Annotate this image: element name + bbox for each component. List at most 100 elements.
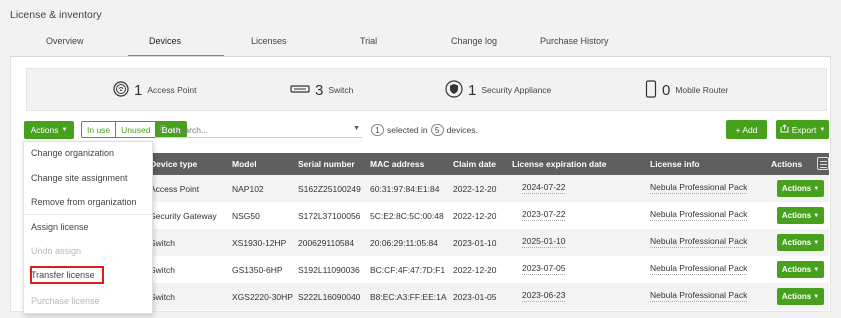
search-input[interactable] <box>174 124 344 135</box>
devices-text: devices. <box>446 125 478 135</box>
tab-bar: Overview Devices Licenses Trial Change l… <box>10 30 831 57</box>
column-settings-icon[interactable] <box>817 157 829 170</box>
selected-text: selected in <box>387 125 428 135</box>
access-point-icon <box>113 81 129 99</box>
cell-license-info: Nebula Professional Pack <box>650 290 748 302</box>
cell-serial: S162Z25100249 <box>298 184 361 194</box>
col-model[interactable]: Model <box>232 159 257 169</box>
mobile-router-icon <box>645 80 657 100</box>
cell-device-type: Security Gateway <box>150 211 217 221</box>
caret-down-icon: ▼ <box>813 185 820 192</box>
row-actions-button[interactable]: Actions ▼ <box>777 288 824 305</box>
col-serial-number[interactable]: Serial number <box>298 159 355 169</box>
col-mac-address[interactable]: MAC address <box>370 159 424 169</box>
cell-license-info: Nebula Professional Pack <box>650 209 748 221</box>
cell-model: NAP102 <box>232 184 264 194</box>
selected-count-badge: 1 <box>371 124 384 136</box>
caret-down-icon: ▼ <box>813 212 820 219</box>
access-point-label: Access Point <box>147 85 197 95</box>
menu-item-change-organization[interactable]: Change organization <box>31 148 114 158</box>
actions-label: Actions <box>30 125 59 135</box>
cell-model: NSG50 <box>232 211 260 221</box>
cell-device-type: Switch <box>150 292 176 302</box>
tab-change-log[interactable]: Change log <box>451 36 497 46</box>
summary-access-point: 1 Access Point <box>113 80 196 100</box>
caret-down-icon: ▼ <box>813 266 820 273</box>
caret-down-icon: ▼ <box>819 126 826 133</box>
selection-summary: 1 selected in 5 devices. <box>371 124 478 136</box>
menu-divider <box>24 214 152 215</box>
row-actions-button[interactable]: Actions ▼ <box>777 261 824 278</box>
tab-purchase-history[interactable]: Purchase History <box>540 36 609 46</box>
col-expiration-date[interactable]: License expiration date <box>512 159 606 169</box>
cell-mac: 5C:E2:8C:5C:00:48 <box>370 211 444 221</box>
col-device-type[interactable]: Device type <box>150 159 197 169</box>
cell-expiration: 2023-07-05 <box>522 263 566 275</box>
col-actions: Actions <box>771 159 803 169</box>
col-license-info[interactable]: License info <box>650 159 700 169</box>
cell-expiration: 2023-06-23 <box>522 290 566 302</box>
cell-serial: 200629110584 <box>298 238 355 248</box>
cell-expiration: 2025-01-10 <box>522 236 566 248</box>
cell-serial: S222L16090040 <box>298 292 361 302</box>
mobile-router-label: Mobile Router <box>675 85 729 95</box>
add-button[interactable]: + Add <box>726 120 767 139</box>
caret-down-icon: ▼ <box>813 239 820 246</box>
cell-expiration: 2023-07-22 <box>522 209 566 221</box>
security-appliance-count: 1 <box>468 81 477 99</box>
cell-claim-date: 2023-01-05 <box>453 292 497 302</box>
cell-model: XS1930-12HP <box>232 238 287 248</box>
toolbar: Actions ▼ In use Unused Both ▼ 1 selecte… <box>24 120 829 140</box>
row-actions-label: Actions <box>781 265 812 274</box>
menu-item-change-site-assignment[interactable]: Change site assignment <box>31 173 128 183</box>
cell-model: XGS2220-30HP <box>232 292 293 302</box>
tab-trial[interactable]: Trial <box>360 36 377 46</box>
row-actions-button[interactable]: Actions ▼ <box>777 234 824 251</box>
row-actions-label: Actions <box>781 238 812 247</box>
search-dropdown-icon[interactable]: ▼ <box>353 125 360 132</box>
access-point-count: 1 <box>134 81 143 99</box>
menu-item-remove-from-organization[interactable]: Remove from organization <box>31 197 137 207</box>
mobile-router-count: 0 <box>662 81 671 99</box>
row-actions-label: Actions <box>781 292 812 301</box>
menu-item-assign-license[interactable]: Assign license <box>31 222 89 232</box>
row-actions-button[interactable]: Actions ▼ <box>777 180 824 197</box>
page-title: License & inventory <box>10 9 102 21</box>
cell-mac: 20:06:29:11:05:84 <box>370 238 438 248</box>
tab-devices[interactable]: Devices <box>149 36 181 46</box>
cell-model: GS1350-6HP <box>232 265 283 275</box>
cell-device-type: Access Point <box>150 184 200 194</box>
summary-security-appliance: 1 Security Appliance <box>445 80 551 100</box>
cell-device-type: Switch <box>150 265 176 275</box>
caret-down-icon: ▼ <box>61 127 68 133</box>
filter-in-use[interactable]: In use <box>82 122 117 137</box>
cell-expiration: 2024-07-22 <box>522 182 566 194</box>
security-appliance-label: Security Appliance <box>481 85 552 95</box>
cell-mac: BC:CF:4F:47:7D:F1 <box>370 265 446 275</box>
actions-dropdown-button[interactable]: Actions ▼ <box>24 121 74 139</box>
row-actions-label: Actions <box>781 184 812 193</box>
cell-serial: S192L11090036 <box>298 265 360 275</box>
tab-licenses[interactable]: Licenses <box>251 36 287 46</box>
cell-claim-date: 2023-01-10 <box>453 238 497 248</box>
tab-overview[interactable]: Overview <box>46 36 84 46</box>
transfer-license-highlight <box>30 266 104 284</box>
caret-down-icon: ▼ <box>813 293 820 300</box>
shield-icon <box>445 80 463 100</box>
menu-item-undo-assign: Undo assign <box>31 246 82 256</box>
search-box: ▼ <box>155 122 362 138</box>
row-actions-label: Actions <box>781 211 812 220</box>
cell-claim-date: 2022-12-20 <box>453 265 497 275</box>
export-button[interactable]: Export ▼ <box>776 120 829 139</box>
cell-claim-date: 2022-12-20 <box>453 211 497 221</box>
col-claim-date[interactable]: Claim date <box>453 159 496 169</box>
device-summary: 1 Access Point 3 Switch 1 Security Appli… <box>26 68 827 111</box>
switch-count: 3 <box>315 81 324 99</box>
cell-device-type: Switch <box>150 238 176 248</box>
switch-label: Switch <box>328 85 354 95</box>
actions-menu: Change organization Change site assignme… <box>23 141 153 314</box>
filter-unused[interactable]: Unused <box>116 122 157 137</box>
summary-switch: 3 Switch <box>290 80 353 100</box>
row-actions-button[interactable]: Actions ▼ <box>777 207 824 224</box>
cell-serial: S172L37100056 <box>298 211 361 221</box>
